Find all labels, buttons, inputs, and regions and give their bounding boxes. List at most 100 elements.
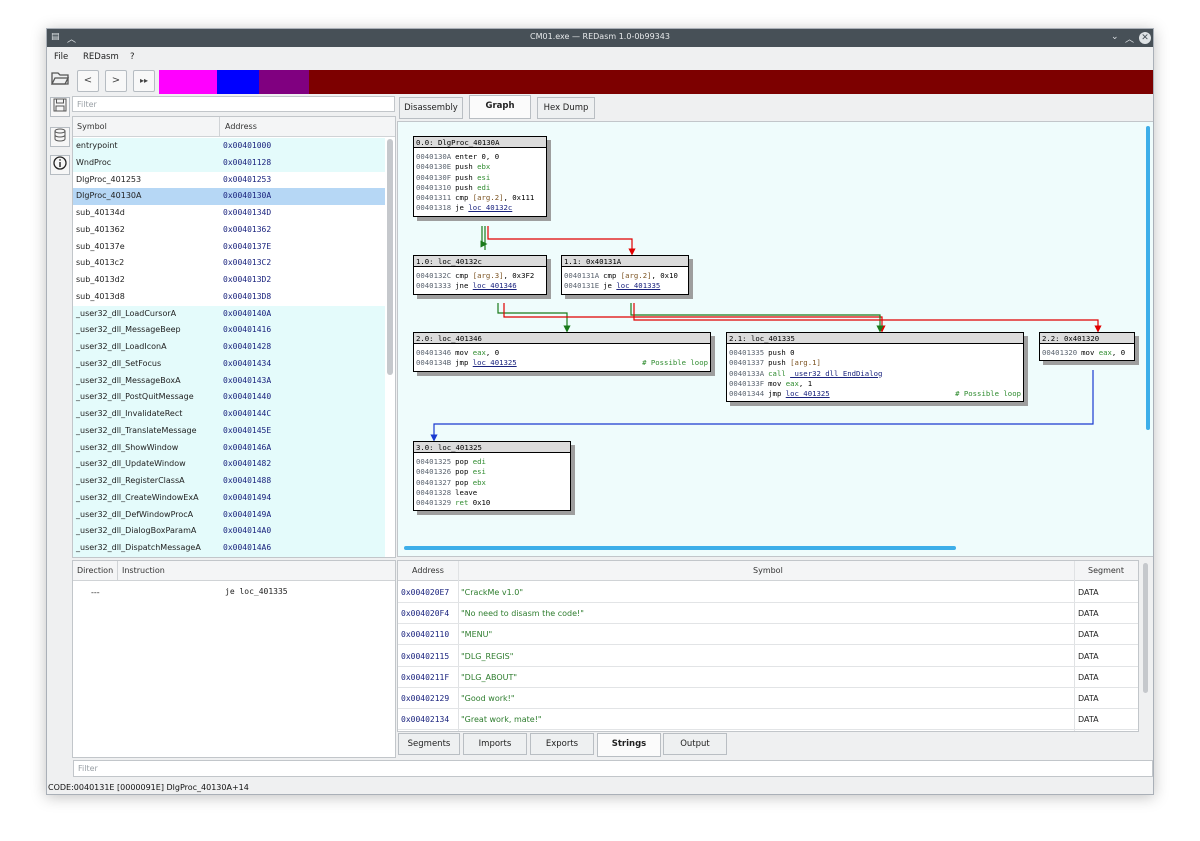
symbol-row[interactable]: _user32_dll_MessageBeep 0x00401416 [73, 322, 385, 340]
instruction-line[interactable]: 00401326 pop esi [416, 467, 568, 477]
graph-view[interactable]: 0.0: DlgProc_40130A 0040130A enter 0, 0 004… [397, 121, 1153, 557]
jump-target-link[interactable]: loc_401335 [616, 281, 660, 290]
maximize-icon[interactable]: ︿ [1125, 32, 1134, 45]
graph-node[interactable]: 3.0: loc_401325 00401325 pop edi 00401326 po… [413, 441, 571, 512]
bottom-filter-input[interactable]: Filter [73, 760, 1153, 777]
tab-disassembly[interactable]: Disassembly [399, 97, 463, 119]
instruction-line[interactable]: 00401318 je loc_40132c [416, 203, 544, 213]
instruction-line[interactable]: 0040133F mov eax, 1 [729, 379, 1021, 389]
instruction-line[interactable]: 00401335 push 0 [729, 348, 1021, 358]
minimize-icon[interactable]: ⌄ [1111, 32, 1119, 42]
instruction-line[interactable]: 00401337 push [arg.1] [729, 358, 1021, 368]
tab-graph[interactable]: Graph [469, 95, 531, 119]
folder-open-icon[interactable] [49, 70, 71, 92]
graph-node[interactable]: 2.0: loc_401346 00401346 mov eax, 0 0040134… [413, 332, 711, 372]
tab-segments[interactable]: Segments [398, 733, 460, 755]
symbol-row[interactable]: _user32_dll_TranslateMessage 0x0040145E [73, 422, 385, 440]
symbol-row[interactable]: _user32_dll_LoadCursorA 0x0040140A [73, 305, 385, 323]
close-icon[interactable]: ✕ [1139, 32, 1151, 44]
symbol-row[interactable]: sub_4013d8 0x004013D8 [73, 289, 385, 306]
column-address[interactable]: Address [225, 122, 257, 131]
symbol-row[interactable]: DlgProc_40130A 0x0040130A [73, 188, 385, 206]
database-icon[interactable] [50, 127, 70, 147]
instruction-line[interactable]: 00401333 jne loc_401346 [416, 281, 544, 291]
graph-node[interactable]: 1.1: 0x40131A 0040131A cmp [arg.2], 0x10 00… [561, 255, 689, 295]
menu-redasm[interactable]: REDasm [83, 52, 119, 62]
instruction-line[interactable]: 00401329 ret 0x10 [416, 498, 568, 508]
tab-hex-dump[interactable]: Hex Dump [537, 97, 595, 119]
column-instruction[interactable]: Instruction [122, 566, 165, 575]
strings-scrollbar[interactable] [1143, 563, 1148, 693]
symbol-row[interactable]: _user32_dll_InvalidateRect 0x0040144C [73, 406, 385, 423]
back-button[interactable]: < [77, 70, 99, 92]
instruction-line[interactable]: 0040134B jmp loc_401325 # Possible loop [416, 358, 708, 368]
graph-vertical-scrollbar[interactable] [1146, 126, 1150, 430]
symbol-row[interactable]: _user32_dll_LoadIconA 0x00401428 [73, 339, 385, 356]
info-icon[interactable] [50, 155, 70, 175]
instruction-line[interactable]: 00401327 pop ebx [416, 478, 568, 488]
string-row[interactable]: 0x0040211F "DLG_ABOUT" DATA [398, 667, 1138, 688]
goto-button[interactable]: ▸▸ [133, 70, 155, 92]
symbol-row[interactable]: _user32_dll_SetFocus 0x00401434 [73, 355, 385, 373]
reference-instruction[interactable]: je loc_401335 [225, 587, 288, 596]
symbol-row[interactable]: _user32_dll_RegisterClassA 0x00401488 [73, 473, 385, 490]
instruction-line[interactable]: 0040131E je loc_401335 [564, 281, 686, 291]
symbol-row[interactable]: entrypoint 0x00401000 [73, 138, 385, 155]
column-symbol[interactable]: Symbol [77, 122, 107, 131]
jump-target-link[interactable]: loc_401325 [786, 389, 830, 398]
tab-output[interactable]: Output [663, 733, 727, 755]
graph-horizontal-scrollbar[interactable] [404, 546, 956, 550]
instruction-line[interactable]: 0040132C cmp [arg.3], 0x3F2 [416, 271, 544, 281]
symbol-row[interactable]: _user32_dll_ShowWindow 0x0040146A [73, 439, 385, 457]
column-direction[interactable]: Direction [77, 566, 113, 575]
instruction-line[interactable]: 00401320 mov eax, 0 [1042, 348, 1132, 358]
symbol-row[interactable]: sub_401362 0x00401362 [73, 222, 385, 239]
instruction-line[interactable]: 00401310 push edi [416, 183, 544, 193]
column-segment[interactable]: Segment [1088, 566, 1124, 575]
instruction-line[interactable]: 0040130E push ebx [416, 162, 544, 172]
jump-target-link[interactable]: _user32_dll_EndDialog [790, 369, 882, 378]
string-row[interactable]: 0x004020F4 "No need to disasm the code!" D… [398, 603, 1138, 625]
menu-file[interactable]: File [54, 52, 68, 62]
menu-help[interactable]: ? [130, 52, 135, 62]
symbol-row[interactable]: DlgProc_401253 0x00401253 [73, 172, 385, 189]
jump-target-link[interactable]: loc_401346 [473, 281, 517, 290]
string-row[interactable]: 0x004020E7 "CrackMe v1.0" DATA [398, 582, 1138, 603]
instruction-line[interactable]: 00401344 jmp loc_401325 # Possible loop [729, 389, 1021, 399]
string-row[interactable]: 0x00402115 "DLG_REGIS" DATA [398, 646, 1138, 667]
symbol-row[interactable]: sub_40137e 0x0040137E [73, 239, 385, 256]
symbol-filter-input[interactable]: Filter [72, 96, 395, 112]
instruction-line[interactable]: 00401325 pop edi [416, 457, 568, 467]
instruction-line[interactable]: 0040131A cmp [arg.2], 0x10 [564, 271, 686, 281]
instruction-line[interactable]: 0040133A call _user32_dll_EndDialog [729, 369, 1021, 379]
instruction-line[interactable]: 00401346 mov eax, 0 [416, 348, 708, 358]
symbol-row[interactable]: _user32_dll_DefWindowProcA 0x0040149A [73, 506, 385, 524]
graph-node[interactable]: 2.1: loc_401335 00401335 push 0 00401337 pus… [726, 332, 1024, 403]
forward-button[interactable]: > [105, 70, 127, 92]
symbol-row[interactable]: _user32_dll_PostQuitMessage 0x00401440 [73, 389, 385, 407]
segment-map-bar[interactable] [159, 70, 1153, 94]
symbol-row[interactable]: sub_4013c2 0x004013C2 [73, 255, 385, 272]
symbol-row[interactable]: sub_40134d 0x0040134D [73, 205, 385, 222]
instruction-line[interactable]: 0040130A enter 0, 0 [416, 152, 544, 162]
symbol-row[interactable]: _user32_dll_DialogBoxParamA 0x004014A0 [73, 523, 385, 541]
jump-target-link[interactable]: loc_40132c [468, 203, 512, 212]
symbol-scrollbar[interactable] [387, 139, 393, 375]
graph-node[interactable]: 2.2: 0x401320 00401320 mov eax, 0 [1039, 332, 1135, 362]
string-row[interactable]: 0x00402129 "Good work!" DATA [398, 688, 1138, 709]
jump-target-link[interactable]: loc_401325 [473, 358, 517, 367]
save-icon[interactable] [50, 97, 70, 117]
string-row[interactable]: 0x00402134 "Great work, mate!" DATA [398, 709, 1138, 731]
symbol-row[interactable]: _user32_dll_UpdateWindow 0x00401482 [73, 456, 385, 474]
symbol-row[interactable]: WndProc 0x00401128 [73, 154, 385, 172]
graph-node[interactable]: 1.0: loc_40132c 0040132C cmp [arg.3], 0x3F… [413, 255, 547, 295]
string-row[interactable]: 0x00402110 "MENU" DATA [398, 624, 1138, 646]
instruction-line[interactable]: 00401311 cmp [arg.2], 0x111 [416, 193, 544, 203]
tab-strings[interactable]: Strings [597, 733, 661, 757]
instruction-line[interactable]: 00401328 leave [416, 488, 568, 498]
column-symbol[interactable]: Symbol [753, 566, 783, 575]
instruction-line[interactable]: 0040130F push esi [416, 173, 544, 183]
graph-node[interactable]: 0.0: DlgProc_40130A 0040130A enter 0, 0 004… [413, 136, 547, 217]
tab-exports[interactable]: Exports [530, 733, 594, 755]
symbol-row[interactable]: _user32_dll_MessageBoxA 0x0040143A [73, 372, 385, 390]
